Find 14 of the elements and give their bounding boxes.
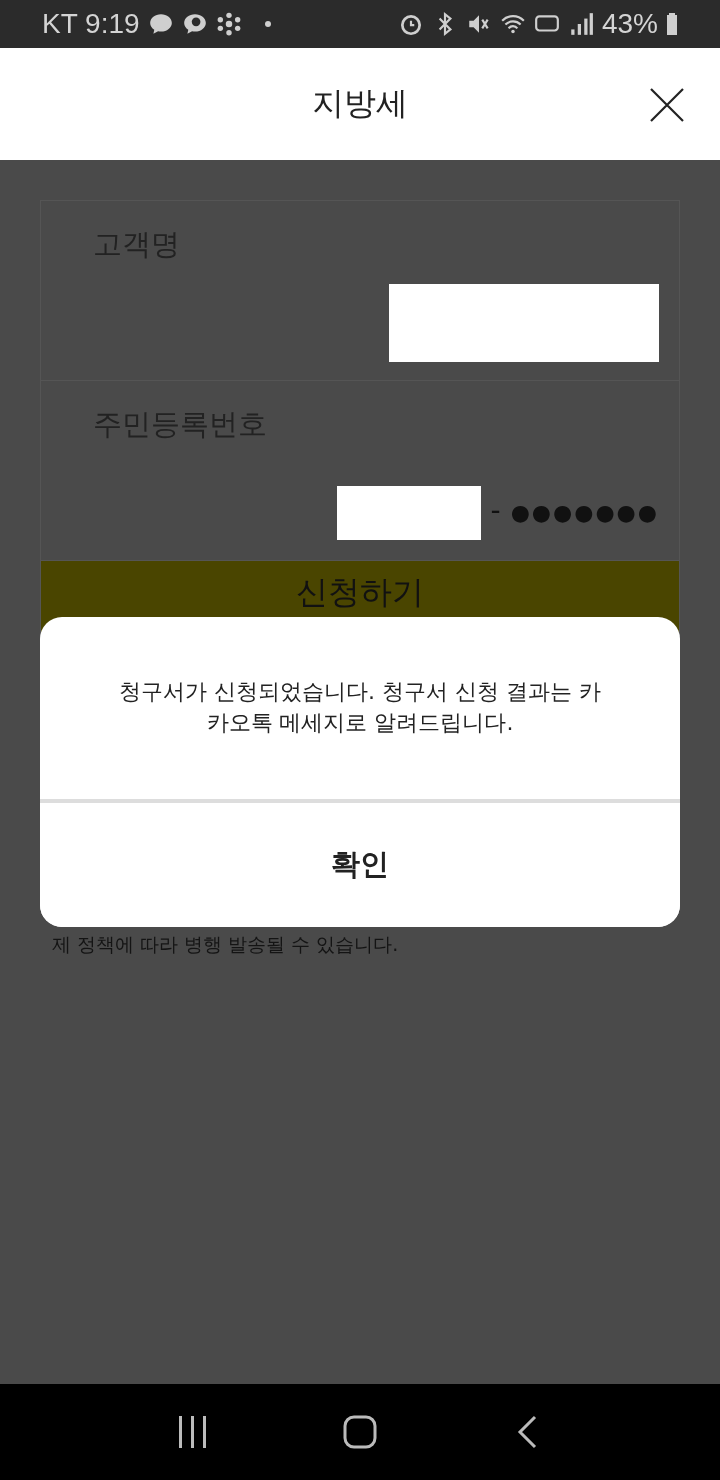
id-separator: -: [490, 494, 501, 527]
name-field[interactable]: [389, 283, 659, 362]
id-number-field[interactable]: [336, 485, 481, 540]
masked-digits: ●●●●●●●: [510, 500, 659, 525]
close-icon[interactable]: [650, 88, 684, 122]
moon-bubble-icon: [181, 11, 208, 37]
notification-dot-icon: [263, 20, 272, 28]
home-icon[interactable]: [342, 1414, 378, 1450]
page-title: 지방세: [312, 83, 408, 124]
status-time: KT 9:19: [42, 8, 140, 40]
chat-bubble-icon: [147, 11, 174, 37]
battery-percent: 43%: [601, 8, 658, 40]
network-icon: [215, 11, 242, 37]
battery-icon: [666, 12, 678, 36]
